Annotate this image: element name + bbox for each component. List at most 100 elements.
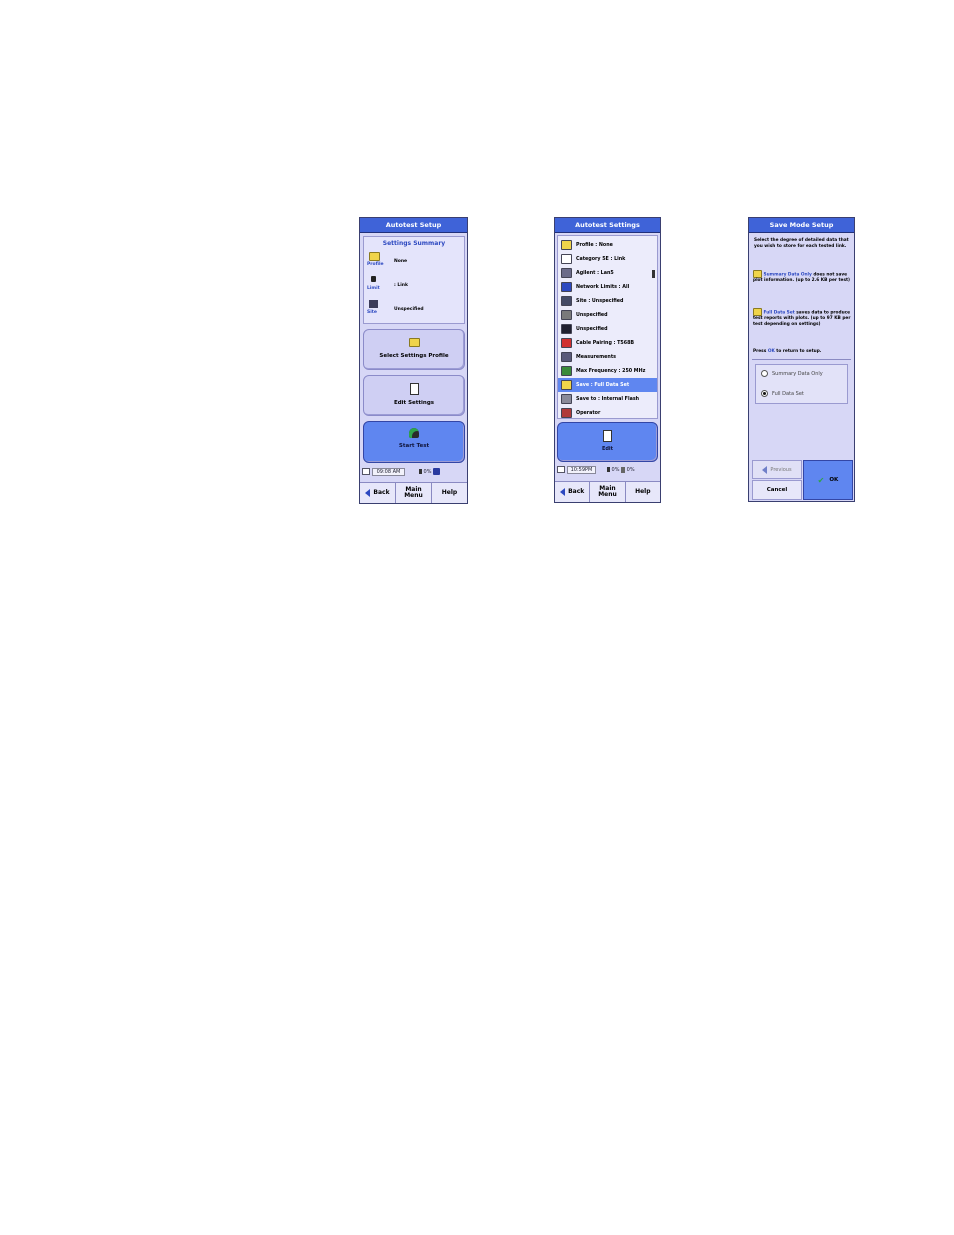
back-button[interactable]: Back	[555, 482, 591, 502]
settings-list-item-label: Category 5E : Link	[576, 256, 626, 262]
save-icon	[561, 380, 572, 390]
frequency-icon	[561, 366, 572, 376]
checkmark-icon: ✔	[817, 475, 825, 485]
back-label: Back	[373, 489, 390, 496]
network-icon	[561, 282, 572, 292]
screen-title: Autotest Settings	[555, 218, 660, 233]
ok-button[interactable]: ✔ OK	[803, 460, 853, 500]
autotest-setup-screen: Autotest Setup Settings Summary Profile …	[359, 217, 468, 504]
clock-icon	[362, 468, 370, 475]
ok-label: OK	[829, 477, 839, 483]
start-test-button[interactable]: Start Test	[363, 421, 465, 463]
battery-readout: 0%	[611, 467, 620, 473]
cancel-button[interactable]: Cancel	[752, 480, 802, 500]
floppy-disk-icon	[433, 468, 441, 475]
option-summary-data-only[interactable]: Summary Data Only	[761, 370, 823, 377]
option-full-data-set[interactable]: Full Data Set	[761, 390, 804, 397]
memory-icon	[621, 466, 626, 473]
settings-list-rows: Profile : None Category 5E : Link Agilent …	[558, 236, 657, 420]
summary-item-profile: Profile None	[367, 250, 463, 272]
site-icon	[561, 296, 572, 306]
edit-document-icon	[603, 430, 612, 442]
settings-list-item-label: Save to : Internal Flash	[576, 396, 640, 402]
edit-document-icon	[409, 383, 419, 395]
main-menu-label: Main Menu	[598, 485, 617, 498]
summary-item-label: Limit	[367, 286, 380, 291]
press-prefix: Press	[753, 349, 767, 354]
settings-list-item[interactable]: Unspecified	[558, 322, 657, 336]
screen-title: Save Mode Setup	[749, 218, 854, 233]
settings-summary-panel: Settings Summary Profile None Limit : Li…	[363, 236, 465, 324]
main-menu-button[interactable]: Main Menu	[396, 483, 432, 503]
time-readout: 10:59PM	[566, 466, 597, 474]
summary-term: Summary Data Only	[763, 272, 812, 278]
list-scrollbar[interactable]	[652, 270, 655, 278]
settings-list-item[interactable]: Measurements	[558, 350, 657, 364]
full-term: Full Data Set	[763, 310, 795, 316]
back-arrow-icon	[365, 489, 371, 497]
summary-item-label: Site	[367, 310, 377, 315]
cancel-label: Cancel	[766, 487, 788, 493]
radio-button[interactable]	[761, 390, 768, 397]
summary-description: Summary Data Only does not save plot inf…	[753, 270, 852, 284]
connector-icon	[561, 324, 572, 334]
help-label: Help	[635, 488, 651, 495]
profile-folder-icon	[369, 252, 380, 261]
select-settings-profile-button[interactable]: Select Settings Profile	[363, 329, 465, 370]
press-suffix: to return to setup.	[776, 349, 822, 354]
help-button[interactable]: Help	[432, 483, 467, 503]
settings-list-item[interactable]: Save : Full Data Set	[558, 378, 657, 392]
settings-list-item-label: Unspecified	[576, 326, 608, 332]
settings-list-item[interactable]: Cable Pairing : T568B	[558, 336, 657, 350]
previous-button[interactable]: Previous	[752, 460, 802, 479]
battery-icon	[418, 469, 422, 474]
site-building-icon	[369, 300, 378, 308]
limit-lock-icon	[371, 276, 376, 282]
cable-icon	[561, 310, 572, 320]
radio-button[interactable]	[761, 370, 768, 377]
measurement-icon	[561, 352, 572, 362]
press-ok-hint: Press OK to return to setup.	[753, 349, 852, 354]
settings-list-item-label: Unspecified	[576, 312, 608, 318]
bottom-nav: Back Main Menu Help	[360, 482, 467, 503]
agilent-icon	[561, 268, 572, 278]
time-readout: 09:08 AM	[371, 468, 406, 476]
edit-settings-button[interactable]: Edit Settings	[363, 375, 465, 416]
settings-list-item[interactable]: Site : Unspecified	[558, 294, 657, 308]
back-button[interactable]: Back	[360, 483, 396, 503]
button-label: Edit Settings	[393, 400, 435, 406]
settings-list: Profile : None Category 5E : Link Agilent …	[557, 235, 658, 419]
full-description: Full Data Set saves data to produce test…	[753, 308, 852, 327]
category-icon	[561, 254, 572, 264]
bottom-nav: Back Main Menu Help	[555, 481, 660, 502]
divider	[752, 359, 851, 360]
main-menu-label: Main Menu	[404, 486, 423, 499]
battery-readout: 0%	[423, 469, 432, 475]
save-to-icon	[561, 394, 572, 404]
settings-list-item[interactable]: Agilent : Lan5	[558, 266, 657, 280]
settings-list-item[interactable]: Unspecified	[558, 308, 657, 322]
settings-list-item[interactable]: Max Frequency : 250 MHz	[558, 364, 657, 378]
status-bar: 09:08 AM 0%	[362, 468, 466, 479]
edit-button[interactable]: Edit	[557, 422, 658, 462]
settings-list-item[interactable]: Category 5E : Link	[558, 252, 657, 266]
intro-text: Select the degree of detailed data that …	[754, 238, 849, 249]
back-arrow-icon	[560, 488, 566, 496]
settings-list-item[interactable]: Profile : None	[558, 238, 657, 252]
summary-item-limit: Limit : Link	[367, 274, 463, 296]
button-label: Edit	[601, 446, 614, 452]
profile-icon	[561, 240, 572, 250]
option-label: Summary Data Only	[772, 371, 823, 377]
settings-list-item-label: Network Limits : All	[576, 284, 630, 290]
settings-list-item-label: Profile : None	[576, 242, 613, 248]
autotest-settings-screen: Autotest Settings Profile : None Category…	[554, 217, 661, 503]
settings-list-item[interactable]: Save to : Internal Flash	[558, 392, 657, 406]
settings-summary-heading: Settings Summary	[382, 240, 446, 247]
settings-list-item[interactable]: Operator	[558, 406, 657, 420]
settings-list-item-label: Agilent : Lan5	[576, 270, 614, 276]
settings-list-item[interactable]: Network Limits : All	[558, 280, 657, 294]
battery-icon	[606, 467, 610, 472]
settings-list-item-label: Measurements	[576, 354, 616, 360]
main-menu-button[interactable]: Main Menu	[590, 482, 626, 502]
help-button[interactable]: Help	[626, 482, 660, 502]
